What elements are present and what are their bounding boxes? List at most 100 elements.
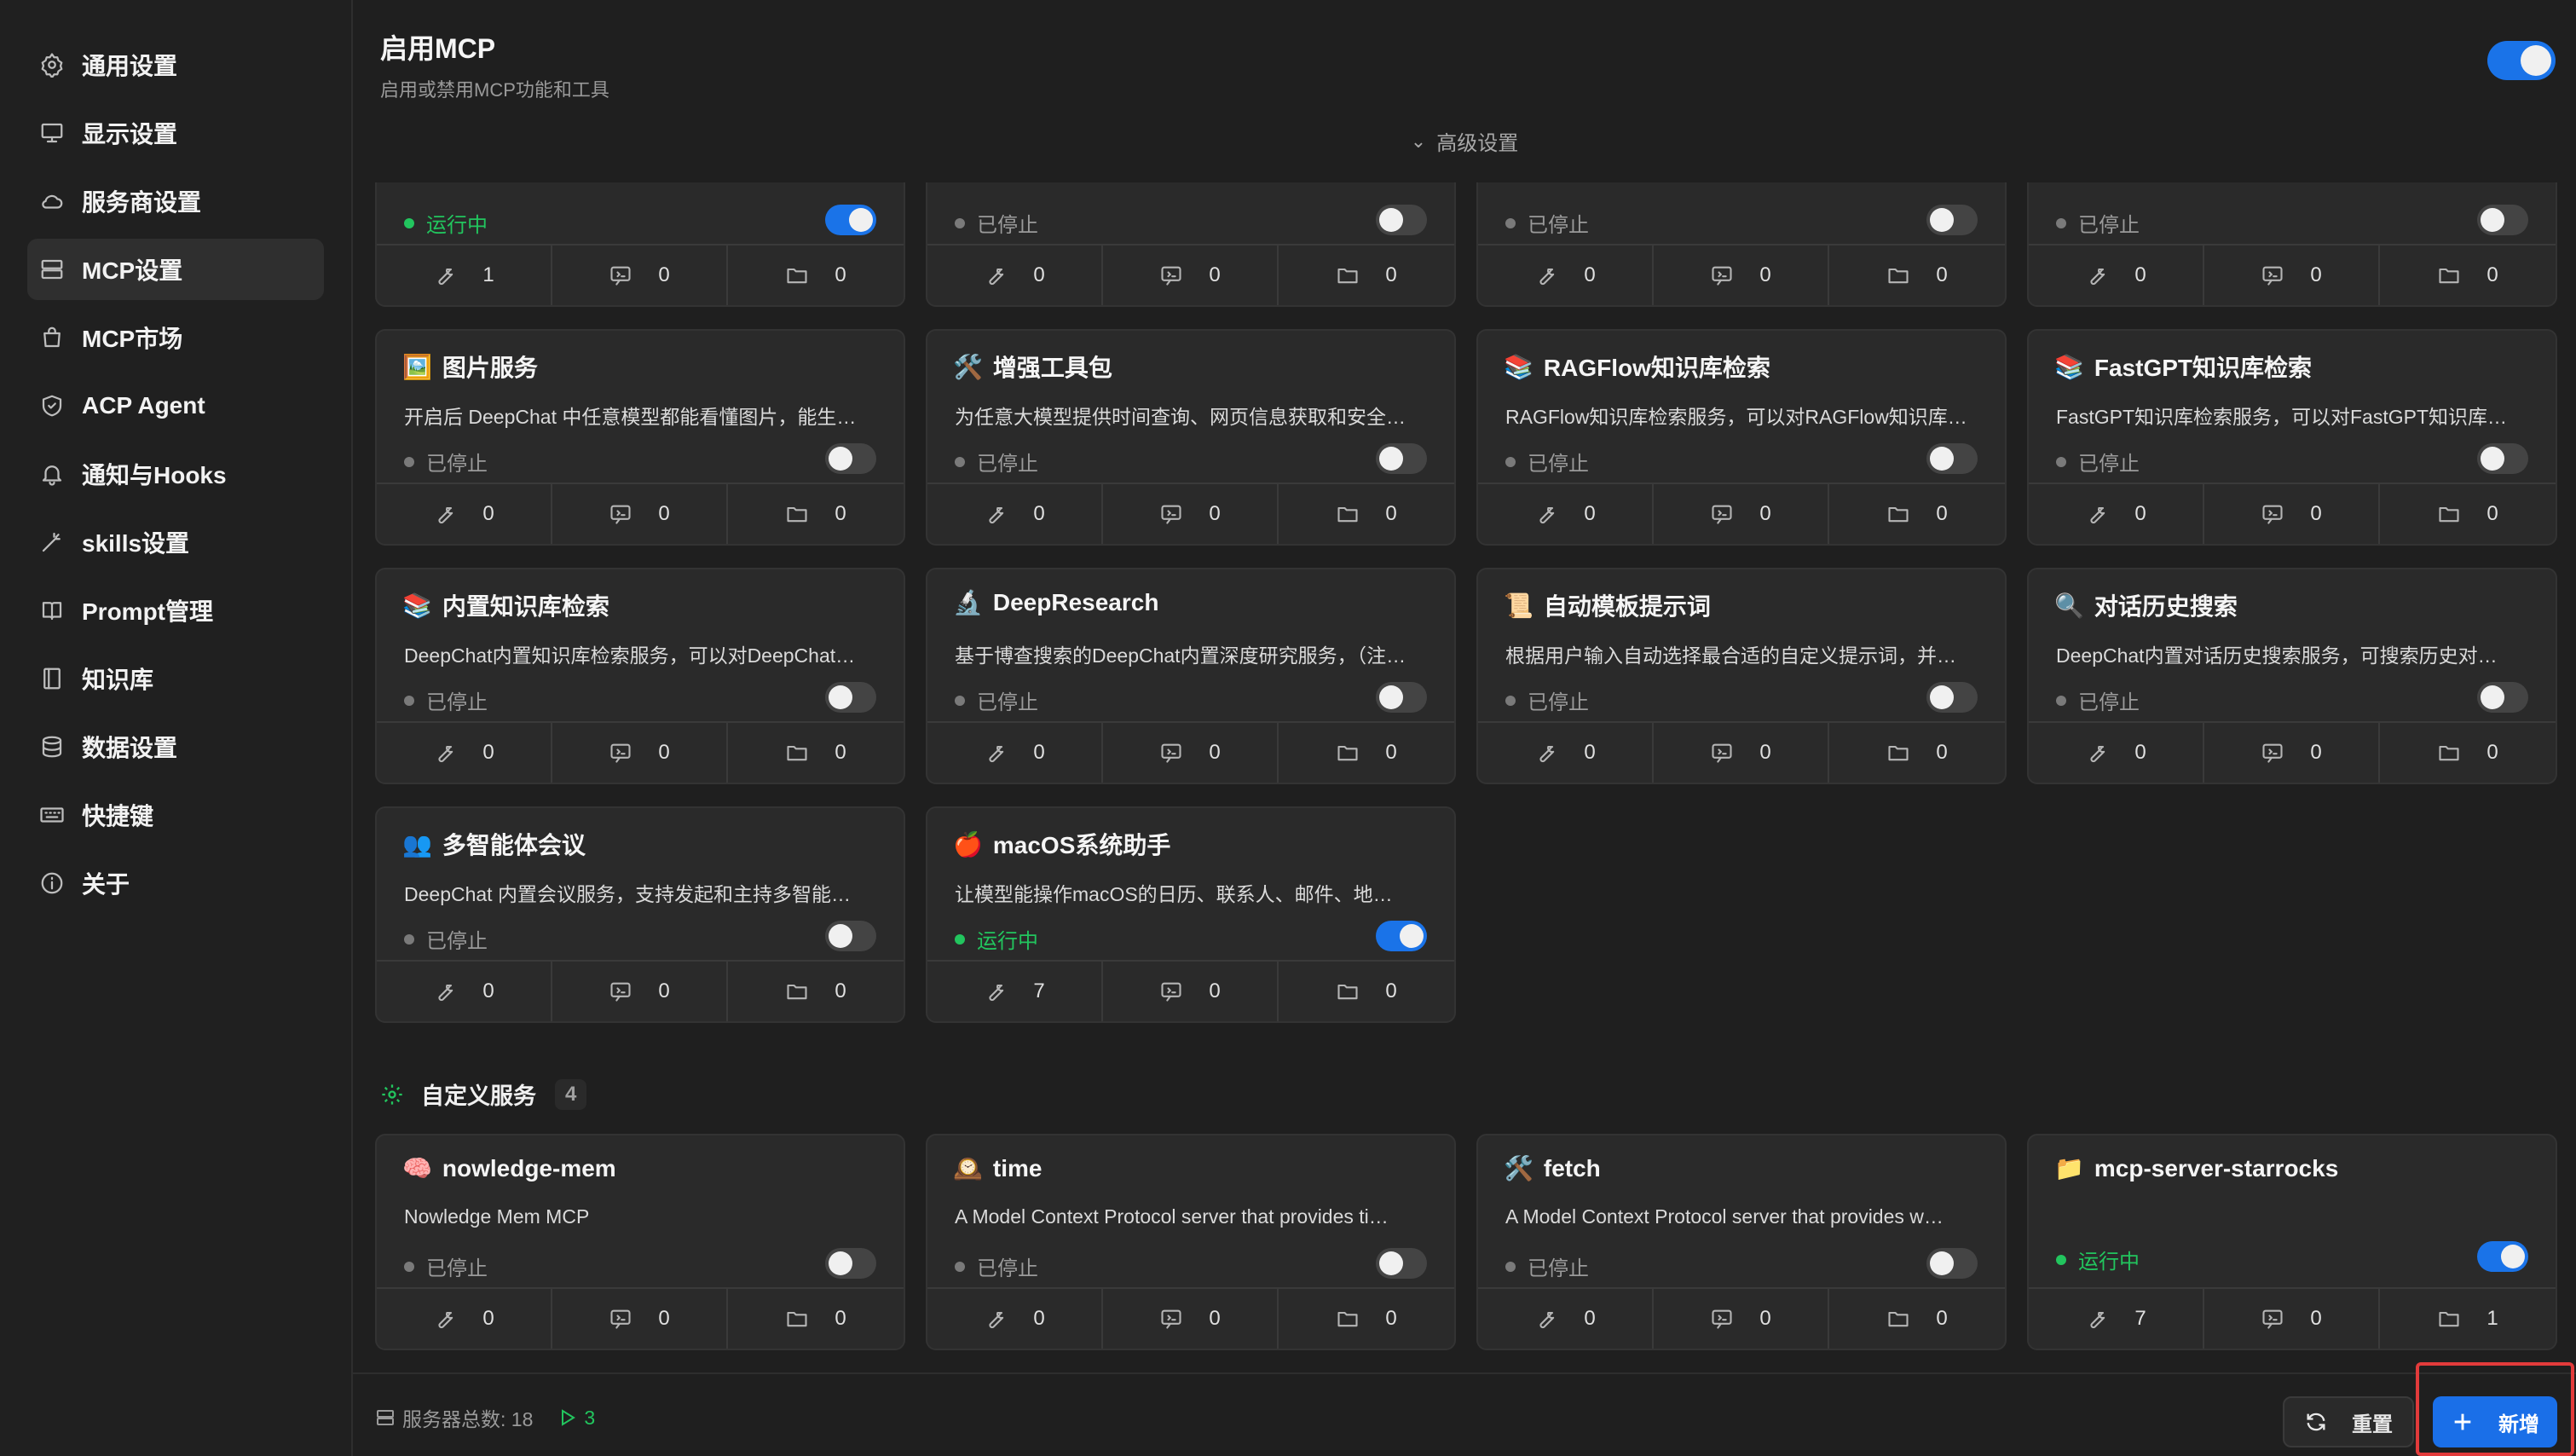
tools-count-button[interactable]: 7 xyxy=(927,962,1103,1021)
server-toggle[interactable] xyxy=(1376,443,1427,474)
tools-count-button[interactable]: 0 xyxy=(377,962,552,1021)
prompts-count-button[interactable]: 0 xyxy=(1654,246,1829,305)
prompts-count-button[interactable]: 0 xyxy=(1103,484,1279,544)
resources-count-button[interactable]: 0 xyxy=(728,723,904,783)
resources-count-button[interactable]: 0 xyxy=(1279,962,1454,1021)
tools-count-button[interactable]: 0 xyxy=(1478,723,1654,783)
server-card[interactable]: 🕰️ time A Model Context Protocol server th… xyxy=(926,1134,1456,1350)
prompts-count-button[interactable]: 0 xyxy=(552,723,728,783)
tools-count-button[interactable]: 0 xyxy=(927,723,1103,783)
resources-count-button[interactable]: 0 xyxy=(2380,723,2556,783)
sidebar-item-4[interactable]: MCP市场 xyxy=(27,307,324,368)
sidebar-item-10[interactable]: 数据设置 xyxy=(27,716,324,777)
tools-count-button[interactable]: 0 xyxy=(377,1289,552,1349)
tools-count-button[interactable]: 0 xyxy=(927,484,1103,544)
server-card[interactable]: 🍎 macOS系统助手 让模型能操作macOS的日历、联系人、邮件、地… 运行中 7 0 0 xyxy=(926,806,1456,1023)
server-toggle[interactable] xyxy=(2477,205,2528,235)
tools-count-button[interactable]: 0 xyxy=(1478,1289,1654,1349)
sidebar-item-7[interactable]: skills设置 xyxy=(27,511,324,573)
server-card[interactable]: 让你的 DeepChat 输出的多样化的 Artifacts 内容运行中100 xyxy=(375,182,905,307)
server-toggle[interactable] xyxy=(1926,682,1978,713)
prompts-count-button[interactable]: 0 xyxy=(2204,723,2380,783)
server-toggle[interactable] xyxy=(1926,443,1978,474)
server-card[interactable]: 📁 mcp-server-starrocks 运行中 7 0 1 xyxy=(2027,1134,2557,1350)
tools-count-button[interactable]: 0 xyxy=(1478,246,1654,305)
server-card[interactable]: 🧠 nowledge-mem Nowledge Mem MCP 已停止 0 0 0 xyxy=(375,1134,905,1350)
resources-count-button[interactable]: 0 xyxy=(728,246,904,305)
server-toggle[interactable] xyxy=(2477,443,2528,474)
resources-count-button[interactable]: 0 xyxy=(2380,246,2556,305)
server-card[interactable]: 📚 内置知识库检索 DeepChat内置知识库检索服务，可以对DeepChat… 已停… xyxy=(375,568,905,784)
tools-count-button[interactable]: 0 xyxy=(2029,723,2204,783)
sidebar-item-12[interactable]: 关于 xyxy=(27,852,324,914)
server-list[interactable]: 让你的 DeepChat 输出的多样化的 Artifacts 内容运行中100博… xyxy=(353,182,2576,1372)
prompts-count-button[interactable]: 0 xyxy=(552,484,728,544)
sidebar-item-11[interactable]: 快捷键 xyxy=(27,784,324,846)
tools-count-button[interactable]: 0 xyxy=(2029,246,2204,305)
prompts-count-button[interactable]: 0 xyxy=(1103,1289,1279,1349)
server-toggle[interactable] xyxy=(2477,1241,2528,1272)
advanced-settings-button[interactable]: ⌄ 高级设置 xyxy=(353,126,2576,156)
reset-button[interactable]: 重置 xyxy=(2283,1396,2414,1447)
server-card[interactable]: 🔬 DeepResearch 基于博查搜索的DeepChat内置深度研究服务，（注…… xyxy=(926,568,1456,784)
server-toggle[interactable] xyxy=(825,921,876,951)
sidebar-item-9[interactable]: 知识库 xyxy=(27,648,324,709)
sidebar-item-8[interactable]: Prompt管理 xyxy=(27,580,324,641)
resources-count-button[interactable]: 0 xyxy=(1829,484,2005,544)
server-card[interactable]: 📚 FastGPT知识库检索 FastGPT知识库检索服务，可以对FastGPT知识… xyxy=(2027,329,2557,546)
sidebar-item-1[interactable]: 显示设置 xyxy=(27,102,324,164)
sidebar-item-5[interactable]: ACP Agent xyxy=(27,375,324,436)
prompts-count-button[interactable]: 0 xyxy=(1654,1289,1829,1349)
server-card[interactable]: 📚 RAGFlow知识库检索 RAGFlow知识库检索服务，可以对RAGFlow知识… xyxy=(1476,329,2007,546)
server-card[interactable]: 博查搜索 API https://open.bochaai.com/已停止000 xyxy=(926,182,1456,307)
server-toggle[interactable] xyxy=(1376,682,1427,713)
prompts-count-button[interactable]: 0 xyxy=(1654,723,1829,783)
tools-count-button[interactable]: 7 xyxy=(2029,1289,2204,1349)
prompts-count-button[interactable]: 0 xyxy=(1103,962,1279,1021)
enable-mcp-toggle[interactable] xyxy=(2487,41,2556,80)
server-toggle[interactable] xyxy=(1376,921,1427,951)
server-toggle[interactable] xyxy=(825,443,876,474)
sidebar-item-0[interactable]: 通用设置 xyxy=(27,34,324,95)
resources-count-button[interactable]: 0 xyxy=(1279,484,1454,544)
resources-count-button[interactable]: 0 xyxy=(1829,246,2005,305)
resources-count-button[interactable]: 0 xyxy=(728,484,904,544)
server-toggle[interactable] xyxy=(1926,1248,1978,1279)
server-toggle[interactable] xyxy=(1376,205,1427,235)
server-toggle[interactable] xyxy=(1926,205,1978,235)
prompts-count-button[interactable]: 0 xyxy=(552,1289,728,1349)
resources-count-button[interactable]: 0 xyxy=(1279,246,1454,305)
prompts-count-button[interactable]: 0 xyxy=(1103,246,1279,305)
resources-count-button[interactable]: 0 xyxy=(2380,484,2556,544)
prompts-count-button[interactable]: 0 xyxy=(552,962,728,1021)
server-card[interactable]: Dify知识库检索服务，可以检索Dify知识库中的内容已停止000 xyxy=(2027,182,2557,307)
resources-count-button[interactable]: 0 xyxy=(728,962,904,1021)
server-card[interactable]: 🛠️ fetch A Model Context Protocol server t… xyxy=(1476,1134,2007,1350)
prompts-count-button[interactable]: 0 xyxy=(2204,484,2380,544)
add-server-button[interactable]: 新增 xyxy=(2433,1396,2557,1447)
server-toggle[interactable] xyxy=(2477,682,2528,713)
server-toggle[interactable] xyxy=(1376,1248,1427,1279)
resources-count-button[interactable]: 0 xyxy=(1829,1289,2005,1349)
tools-count-button[interactable]: 0 xyxy=(377,723,552,783)
prompts-count-button[interactable]: 0 xyxy=(1103,723,1279,783)
server-card[interactable]: Brave搜索 API https://brave.com/search/api… xyxy=(1476,182,2007,307)
server-card[interactable]: 📜 自动模板提示词 根据用户输入自动选择最合适的自定义提示词，并… 已停止 0 0 0 xyxy=(1476,568,2007,784)
prompts-count-button[interactable]: 0 xyxy=(552,246,728,305)
sidebar-item-2[interactable]: 服务商设置 xyxy=(27,170,324,232)
server-card[interactable]: 👥 多智能体会议 DeepChat 内置会议服务，支持发起和主持多智能… 已停止 0 0 0 xyxy=(375,806,905,1023)
sidebar-item-3[interactable]: MCP设置 xyxy=(27,239,324,300)
server-card[interactable]: 🛠️ 增强工具包 为任意大模型提供时间查询、网页信息获取和安全… 已停止 0 0 0 xyxy=(926,329,1456,546)
resources-count-button[interactable]: 0 xyxy=(1829,723,2005,783)
prompts-count-button[interactable]: 0 xyxy=(1654,484,1829,544)
resources-count-button[interactable]: 0 xyxy=(728,1289,904,1349)
prompts-count-button[interactable]: 0 xyxy=(2204,1289,2380,1349)
server-card[interactable]: 🖼️ 图片服务 开启后 DeepChat 中任意模型都能看懂图片，能生… 已停止 0 0 0 xyxy=(375,329,905,546)
server-card[interactable]: 🔍 对话历史搜索 DeepChat内置对话历史搜索服务，可搜索历史对… 已停止 0 0 0 xyxy=(2027,568,2557,784)
prompts-count-button[interactable]: 0 xyxy=(2204,246,2380,305)
server-toggle[interactable] xyxy=(825,1248,876,1279)
tools-count-button[interactable]: 0 xyxy=(927,246,1103,305)
tools-count-button[interactable]: 0 xyxy=(2029,484,2204,544)
resources-count-button[interactable]: 1 xyxy=(2380,1289,2556,1349)
tools-count-button[interactable]: 1 xyxy=(377,246,552,305)
